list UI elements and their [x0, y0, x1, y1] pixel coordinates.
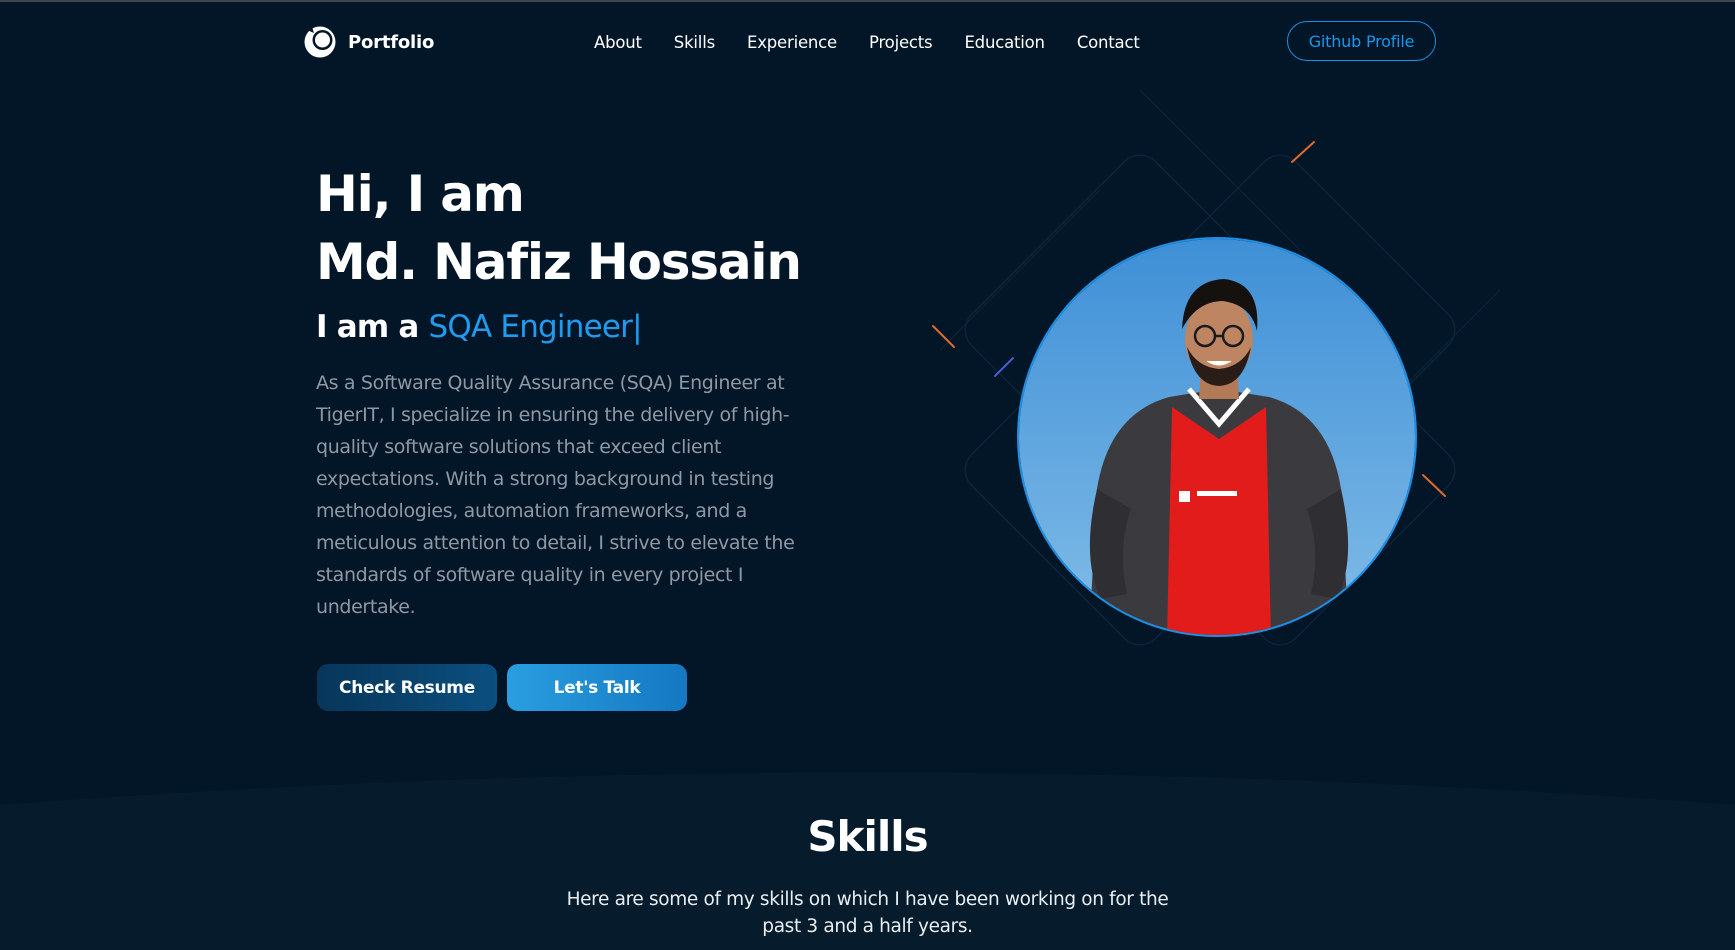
hero-heading: Hi, I am Md. Nafiz Hossain: [316, 160, 802, 296]
intro-paragraph: As a Software Quality Assurance (SQA) En…: [316, 372, 795, 618]
nav-link-education[interactable]: Education: [964, 30, 1045, 55]
nav-link-skills[interactable]: Skills: [674, 30, 715, 55]
skills-heading: Skills: [807, 812, 928, 861]
nav-link-contact[interactable]: Contact: [1077, 30, 1140, 55]
role-prefix: I am a: [316, 309, 419, 345]
lets-talk-button[interactable]: Let's Talk: [507, 664, 687, 711]
typing-caret: |: [632, 309, 642, 345]
check-resume-button[interactable]: Check Resume: [317, 664, 497, 711]
github-profile-button[interactable]: Github Profile: [1287, 21, 1436, 61]
portfolio-logo-icon: [304, 26, 336, 58]
hero-name: Md. Nafiz Hossain: [316, 233, 802, 291]
role-typed-text: SQA Engineer: [428, 309, 633, 345]
nav-link-projects[interactable]: Projects: [869, 30, 933, 55]
nav-menu: About Skills Experience Projects Educati…: [594, 30, 1140, 55]
profile-photo-image: [1019, 239, 1415, 635]
portfolio-page: Portfolio About Skills Experience Projec…: [0, 0, 1735, 950]
brand-logo[interactable]: Portfolio: [302, 24, 434, 60]
nav-link-about[interactable]: About: [594, 30, 642, 55]
navbar: Portfolio About Skills Experience Projec…: [0, 2, 1735, 82]
profile-photo: [1017, 237, 1417, 637]
hero-greeting: Hi, I am: [316, 165, 525, 223]
brand-name: Portfolio: [348, 31, 435, 53]
skills-description: Here are some of my skills on which I ha…: [566, 889, 1169, 937]
role-line: I am a SQA Engineer|: [316, 309, 643, 345]
nav-link-experience[interactable]: Experience: [747, 30, 837, 55]
